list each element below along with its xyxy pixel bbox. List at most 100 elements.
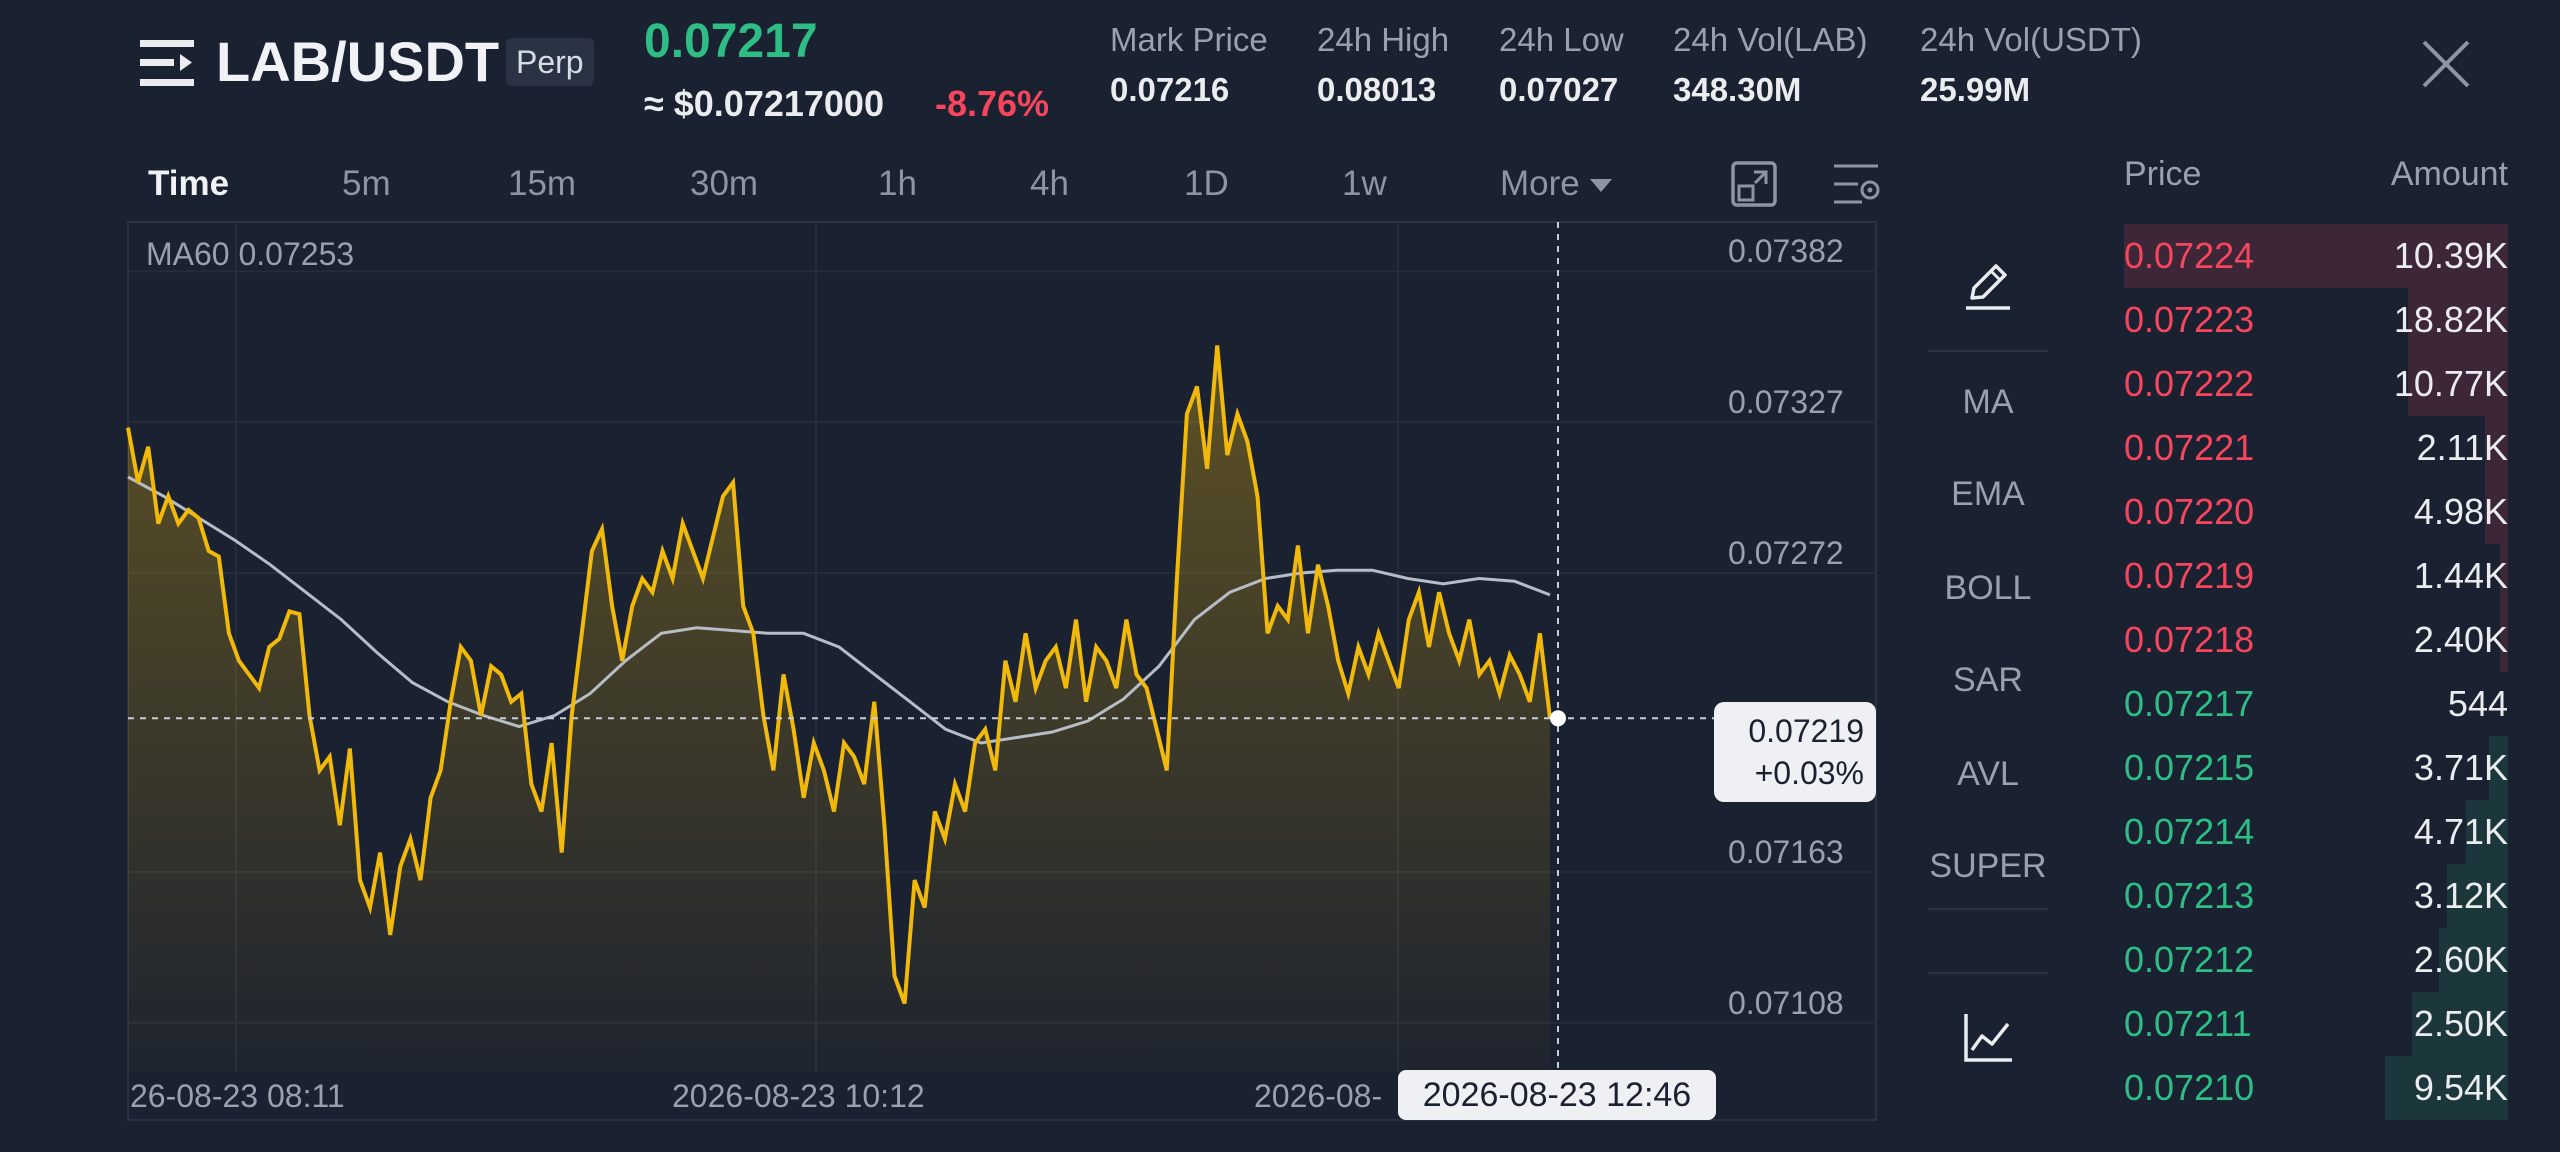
- line-chart-icon[interactable]: [1962, 1012, 2014, 1064]
- x-tick-label: 2026-08-: [1254, 1078, 1383, 1114]
- orderbook-amount: 544: [2447, 683, 2508, 724]
- bid-row[interactable]: 0.07214 4.71K: [2124, 800, 2508, 864]
- orderbook-amount: 4.98K: [2413, 491, 2508, 532]
- orderbook-price: 0.07214: [2124, 811, 2255, 852]
- bid-row[interactable]: 0.07217 544: [2124, 672, 2508, 736]
- orderbook-amount: 2.40K: [2413, 619, 2508, 660]
- vol-usdt-label: 24h Vol(USDT): [1920, 21, 2142, 58]
- y-tick-label: 0.07327: [1728, 384, 1844, 421]
- orderbook-amount: 10.77K: [2393, 363, 2508, 404]
- crosshair-time-tooltip: 2026-08-23 12:46: [1398, 1070, 1716, 1120]
- indicator-ma[interactable]: MA: [1928, 380, 2048, 424]
- tab-1h[interactable]: 1h: [878, 160, 917, 208]
- close-icon[interactable]: [2418, 36, 2474, 92]
- bid-row[interactable]: 0.07212 2.60K: [2124, 928, 2508, 992]
- more-label: More: [1500, 164, 1580, 203]
- ask-row[interactable]: 0.07224 10.39K: [2124, 224, 2508, 288]
- indicator-ema[interactable]: EMA: [1928, 472, 2048, 516]
- high-24h-label: 24h High: [1317, 21, 1450, 58]
- orderbook-price: 0.07222: [2124, 363, 2255, 404]
- last-price: 0.07217: [644, 15, 818, 68]
- indicator-super[interactable]: SUPER: [1928, 844, 2048, 888]
- orderbook-price: 0.07210: [2124, 1067, 2255, 1108]
- orderbook-amount: 3.12K: [2413, 875, 2508, 916]
- orderbook-price: 0.07220: [2124, 491, 2255, 532]
- chart-settings-icon[interactable]: [1832, 160, 1882, 208]
- pair-title[interactable]: LAB/USDT: [216, 26, 499, 98]
- crosshair-point: [1550, 710, 1566, 727]
- tab-1w[interactable]: 1w: [1342, 160, 1387, 208]
- y-tick-label: 0.07163: [1728, 833, 1844, 870]
- vol-lab-value: 348.30M: [1673, 71, 1802, 108]
- bid-row[interactable]: 0.07213 3.12K: [2124, 864, 2508, 928]
- price-area: [128, 345, 1550, 1072]
- high-24h-value: 0.08013: [1317, 71, 1437, 108]
- caret-down-icon: [1589, 179, 1612, 193]
- mark-price-value: 0.07216: [1110, 71, 1230, 108]
- orderbook-price: 0.07213: [2124, 875, 2255, 916]
- ma-indicator-label: MA60 0.07253: [146, 236, 355, 272]
- divider: [1928, 908, 2048, 910]
- menu-icon[interactable]: [140, 38, 194, 88]
- ask-row[interactable]: 0.07218 2.40K: [2124, 608, 2508, 672]
- orderbook-amount: 2.50K: [2413, 1003, 2508, 1044]
- tooltip-price: 0.07219: [1748, 713, 1864, 749]
- mark-price-label: Mark Price: [1110, 21, 1268, 58]
- orderbook-amount: 10.39K: [2393, 235, 2508, 276]
- tab-4h[interactable]: 4h: [1030, 160, 1069, 208]
- orderbook-price: 0.07223: [2124, 299, 2255, 340]
- divider: [1928, 350, 2048, 352]
- orderbook-price: 0.07224: [2124, 235, 2255, 276]
- orderbook-price: 0.07212: [2124, 939, 2255, 980]
- tab-15m[interactable]: 15m: [508, 160, 576, 208]
- pencil-icon[interactable]: [1962, 258, 2014, 314]
- orderbook-price: 0.07221: [2124, 427, 2255, 468]
- vol-usdt-value: 25.99M: [1920, 71, 2031, 108]
- orderbook-amount-header: Amount: [2390, 155, 2508, 193]
- tab-time[interactable]: Time: [148, 160, 229, 208]
- crosshair-price-tooltip: 0.07219 +0.03%: [1714, 702, 1876, 802]
- vol-lab-label: 24h Vol(LAB): [1673, 21, 1868, 58]
- more-dropdown[interactable]: More: [1500, 160, 1612, 208]
- x-tick-label: 2026-08-23 10:12: [672, 1078, 925, 1114]
- tab-30m[interactable]: 30m: [690, 160, 758, 208]
- bid-row[interactable]: 0.07211 2.50K: [2124, 992, 2508, 1056]
- low-24h-label: 24h Low: [1499, 21, 1624, 58]
- change-percent: -8.76%: [935, 83, 1050, 124]
- y-tick-label: 0.07272: [1728, 534, 1844, 571]
- orderbook-price: 0.07211: [2124, 1003, 2252, 1044]
- indicator-boll[interactable]: BOLL: [1928, 566, 2048, 610]
- orderbook-amount: 2.60K: [2413, 939, 2508, 980]
- ask-row[interactable]: 0.07222 10.77K: [2124, 352, 2508, 416]
- tab-5m[interactable]: 5m: [342, 160, 391, 208]
- orderbook-price-header: Price: [2124, 155, 2202, 193]
- orderbook-amount: 9.54K: [2413, 1067, 2508, 1108]
- usd-price: ≈ $0.07217000: [644, 83, 884, 124]
- bid-row[interactable]: 0.07215 3.71K: [2124, 736, 2508, 800]
- orderbook-amount: 1.44K: [2413, 555, 2508, 596]
- orderbook-price: 0.07219: [2124, 555, 2255, 596]
- orderbook-amount: 3.71K: [2413, 747, 2508, 788]
- low-24h-value: 0.07027: [1499, 71, 1619, 108]
- ask-row[interactable]: 0.07221 2.11K: [2124, 416, 2508, 480]
- orderbook-price: 0.07218: [2124, 619, 2255, 660]
- y-tick-label: 0.07108: [1728, 984, 1844, 1021]
- indicator-avl[interactable]: AVL: [1928, 752, 2048, 796]
- orderbook-amount: 4.71K: [2413, 811, 2508, 852]
- orderbook-price: 0.07217: [2124, 683, 2255, 724]
- divider: [1928, 972, 2048, 974]
- orderbook-price: 0.07215: [2124, 747, 2255, 788]
- ask-row[interactable]: 0.07219 1.44K: [2124, 544, 2508, 608]
- fullscreen-icon[interactable]: [1730, 160, 1778, 208]
- x-tick-label: 26-08-23 08:11: [130, 1078, 345, 1114]
- indicator-sar[interactable]: SAR: [1928, 658, 2048, 702]
- tooltip-change: +0.03%: [1754, 755, 1864, 791]
- orderbook-amount: 2.11K: [2416, 427, 2508, 468]
- orderbook-amount: 18.82K: [2393, 299, 2508, 340]
- y-tick-label: 0.07382: [1728, 233, 1844, 270]
- bid-row[interactable]: 0.07210 9.54K: [2124, 1056, 2508, 1120]
- tab-1d[interactable]: 1D: [1184, 160, 1229, 208]
- ask-row[interactable]: 0.07220 4.98K: [2124, 480, 2508, 544]
- ask-row[interactable]: 0.07223 18.82K: [2124, 288, 2508, 352]
- contract-type-badge: Perp: [506, 38, 594, 86]
